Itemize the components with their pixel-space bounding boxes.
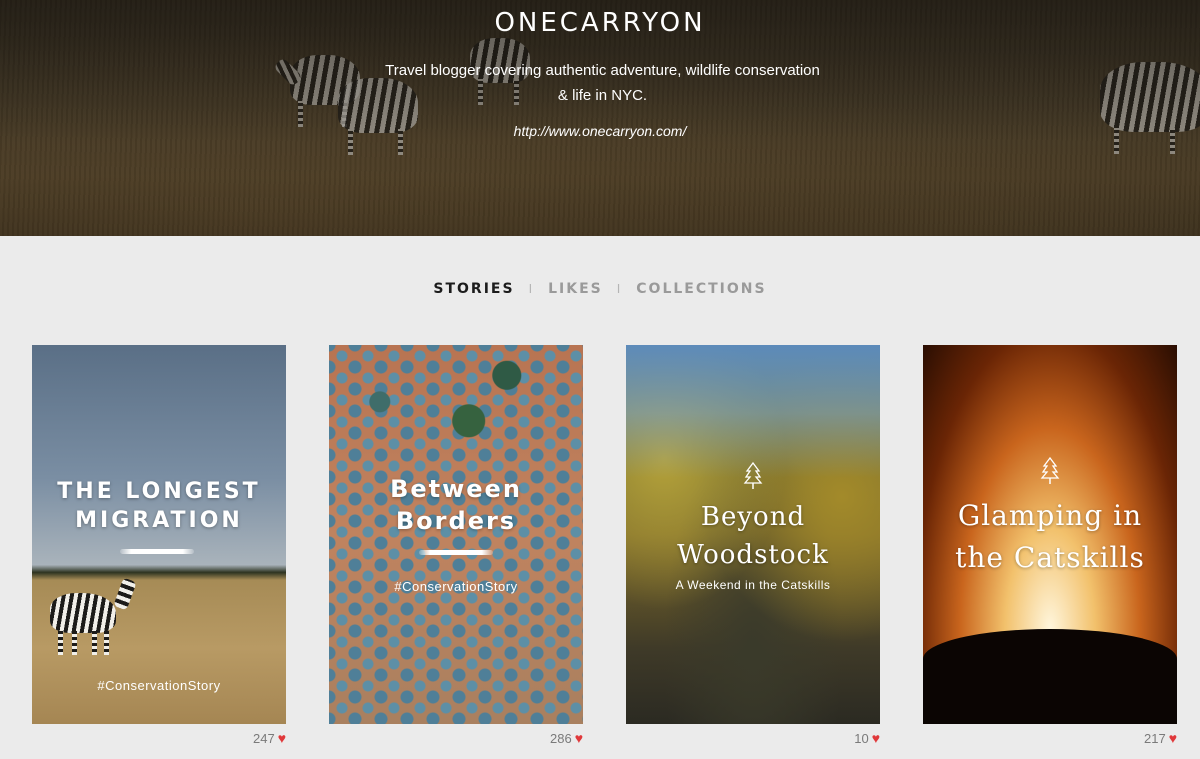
tree-icon xyxy=(743,462,763,489)
story-card-the-longest-migration[interactable]: THE LONGEST MIGRATION #ConservationStory xyxy=(32,345,286,724)
profile-title: ONECARRYON xyxy=(494,8,706,38)
heart-icon[interactable]: ♥ xyxy=(1169,730,1177,746)
likes-count: 286 xyxy=(549,731,572,746)
heart-icon[interactable]: ♥ xyxy=(872,730,880,746)
tab-likes[interactable]: LIKES xyxy=(548,281,603,297)
tab-collections[interactable]: COLLECTIONS xyxy=(636,281,766,297)
likes-count: 247 xyxy=(252,731,275,746)
profile-tabs: STORIES I LIKES I COLLECTIONS xyxy=(0,281,1200,297)
likes-count: 10 xyxy=(854,731,869,746)
brush-divider xyxy=(120,549,194,554)
story-likes: 247 ♥ xyxy=(32,730,286,746)
story-tag: #ConservationStory xyxy=(97,678,221,693)
story-title: Glamping in the Catskills xyxy=(955,499,1145,574)
story-card-between-borders[interactable]: Between Borders #ConservationStory xyxy=(329,345,583,724)
likes-count: 217 xyxy=(1143,731,1166,746)
heart-icon[interactable]: ♥ xyxy=(278,730,286,746)
story-card-beyond-woodstock[interactable]: Beyond Woodstock A Weekend in the Catski… xyxy=(626,345,880,724)
profile-header: ONECARRYON Travel blogger covering authe… xyxy=(0,0,1200,236)
story-tag: #ConservationStory xyxy=(394,579,518,594)
profile-website-link[interactable]: http://www.onecarryon.com/ xyxy=(0,123,1200,139)
story-title: Between Borders xyxy=(390,475,522,535)
tree-icon xyxy=(1040,457,1060,484)
heart-icon[interactable]: ♥ xyxy=(575,730,583,746)
story-title: THE LONGEST MIGRATION xyxy=(57,479,261,533)
story-likes: 217 ♥ xyxy=(923,730,1177,746)
tab-stories[interactable]: STORIES xyxy=(433,281,514,297)
story-card-glamping-in-the-catskills[interactable]: Glamping in the Catskills xyxy=(923,345,1177,724)
profile-bio: Travel blogger covering authentic advent… xyxy=(385,62,820,104)
story-subtitle: A Weekend in the Catskills xyxy=(675,578,831,592)
story-likes: 286 ♥ xyxy=(329,730,583,746)
zebra-image xyxy=(50,593,116,655)
brush-divider xyxy=(419,550,493,555)
tab-separator: I xyxy=(616,282,623,296)
story-title: Beyond Woodstock xyxy=(677,502,829,570)
story-likes: 10 ♥ xyxy=(626,730,880,746)
tab-separator: I xyxy=(528,282,535,296)
